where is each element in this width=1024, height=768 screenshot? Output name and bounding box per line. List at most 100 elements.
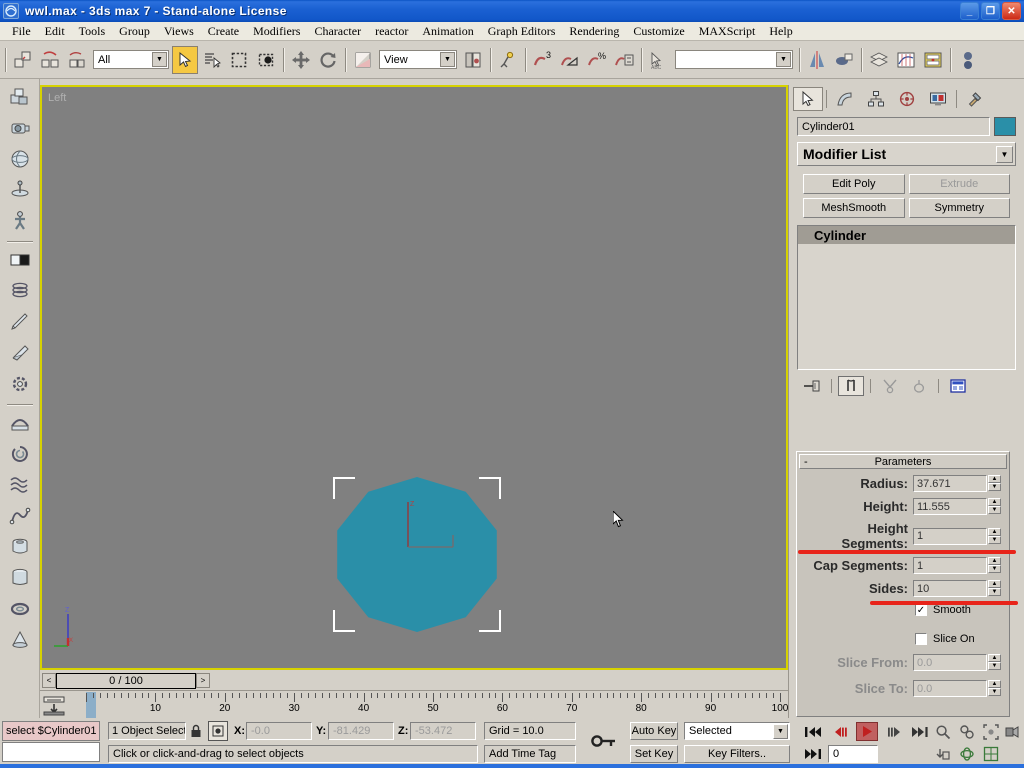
menu-item-customize[interactable]: Customize — [626, 22, 691, 41]
param-cap-segments-field[interactable]: 1 — [913, 557, 987, 574]
swirl-button[interactable] — [5, 440, 35, 470]
select-by-name-button[interactable] — [199, 46, 225, 74]
helper-button[interactable] — [5, 176, 35, 206]
viewport-label[interactable]: Left — [48, 92, 66, 104]
menu-item-file[interactable]: File — [5, 22, 38, 41]
previous-frame-arrow[interactable]: < — [42, 673, 56, 688]
wedge-button[interactable] — [5, 339, 35, 369]
snaps-toggle-button[interactable]: 3 — [530, 46, 556, 74]
param-height-spinner[interactable]: 11.555 ▲ ▼ — [913, 498, 1001, 515]
bind-to-space-warp-button[interactable] — [64, 46, 90, 74]
menu-item-create[interactable]: Create — [201, 22, 246, 41]
param-slice-to-decrement[interactable]: ▼ — [988, 688, 1001, 696]
object-name-field[interactable]: Cylinder01 — [797, 117, 990, 136]
param-height-segments-decrement[interactable]: ▼ — [988, 535, 1001, 544]
field-of-view-icon[interactable] — [1002, 722, 1022, 741]
geometry-boxes-button[interactable] — [5, 83, 35, 113]
pin-stack-icon[interactable] — [799, 376, 825, 396]
goto-start-button[interactable] — [802, 723, 824, 740]
layer-manager-button[interactable] — [866, 46, 892, 74]
param-radius-increment[interactable]: ▲ — [988, 475, 1001, 483]
display-tab[interactable] — [923, 87, 953, 111]
param-slice-from-spin-buttons[interactable]: ▲ ▼ — [988, 654, 1001, 671]
timeline-ruler[interactable]: 10 20 30 40 50 60 70 80 90 100 — [86, 691, 788, 718]
utilities-tab[interactable] — [960, 87, 990, 111]
param-radius-spin-buttons[interactable]: ▲ ▼ — [988, 475, 1001, 492]
align-button[interactable] — [831, 46, 857, 74]
zoom-extents-icon[interactable] — [980, 722, 1002, 741]
material-button[interactable] — [5, 246, 35, 276]
param-sides-spinner[interactable]: 10 ▲ ▼ — [913, 580, 1001, 597]
spiral-button[interactable] — [5, 277, 35, 307]
param-slice-from-field[interactable]: 0.0 — [913, 654, 987, 671]
param-height-segments-spinner[interactable]: 1 ▲ ▼ — [913, 527, 1001, 545]
select-and-rotate-button[interactable] — [315, 46, 341, 74]
make-unique-icon[interactable] — [877, 376, 903, 396]
select-and-scale-button[interactable] — [350, 46, 376, 74]
set-key-button[interactable]: Set Key — [630, 745, 678, 763]
chevron-down-icon[interactable]: ▼ — [773, 724, 788, 739]
biped-button[interactable] — [5, 207, 35, 237]
stack-empty-area[interactable] — [798, 244, 1015, 369]
show-end-result-icon[interactable] — [838, 376, 864, 396]
param-cap-segments-increment[interactable]: ▲ — [988, 557, 1001, 565]
menu-item-graph-editors[interactable]: Graph Editors — [481, 22, 563, 41]
chevron-down-icon[interactable]: ▼ — [776, 52, 791, 67]
schematic-view-button[interactable] — [920, 46, 946, 74]
param-sides-increment[interactable]: ▲ — [988, 580, 1001, 588]
create-tab[interactable] — [793, 87, 823, 111]
param-height-increment[interactable]: ▲ — [988, 498, 1001, 506]
param-slice-to-increment[interactable]: ▲ — [988, 680, 1001, 688]
param-height-spin-buttons[interactable]: ▲ ▼ — [988, 498, 1001, 515]
param-height-field[interactable]: 11.555 — [913, 498, 987, 515]
maxscript-listener-input[interactable] — [2, 742, 100, 762]
named-selection-sets-button[interactable]: ABC — [646, 46, 672, 74]
param-height-segments-increment[interactable]: ▲ — [988, 527, 1001, 536]
angle-snap-toggle-button[interactable] — [557, 46, 583, 74]
pan-icon[interactable] — [932, 744, 954, 763]
pencil-button[interactable] — [5, 308, 35, 338]
key-mode-combo[interactable]: Selected ▼ — [684, 722, 790, 740]
curve-editor-button[interactable] — [893, 46, 919, 74]
arc-rotate-icon[interactable] — [956, 744, 978, 763]
menu-item-edit[interactable]: Edit — [38, 22, 72, 41]
wave-button[interactable] — [5, 471, 35, 501]
modifier-stack[interactable]: Cylinder — [797, 225, 1016, 370]
param-slice-from-increment[interactable]: ▲ — [988, 654, 1001, 662]
object-color-swatch[interactable] — [994, 117, 1016, 136]
time-slider[interactable]: 0 / 100 — [56, 672, 196, 689]
param-slice-from-spinner[interactable]: 0.0 ▲ ▼ — [913, 654, 1001, 671]
hierarchy-tab[interactable] — [861, 87, 891, 111]
rectangular-selection-region-button[interactable] — [226, 46, 252, 74]
menu-item-reactor[interactable]: reactor — [368, 22, 415, 41]
collapse-icon[interactable]: - — [804, 456, 808, 468]
param-slice-to-spinner[interactable]: 0.0 ▲ ▼ — [913, 680, 1001, 697]
spinner-snap-toggle-button[interactable] — [611, 46, 637, 74]
remove-modifier-icon[interactable] — [906, 376, 932, 396]
select-and-link-button[interactable] — [10, 46, 36, 74]
key-toggle-icon[interactable] — [590, 730, 618, 752]
param-height-segments-spin-buttons[interactable]: ▲ ▼ — [988, 527, 1001, 545]
ribbon-button[interactable] — [5, 409, 35, 439]
menu-item-views[interactable]: Views — [157, 22, 201, 41]
chevron-down-icon[interactable]: ▼ — [440, 52, 455, 67]
viewport-container[interactable]: Left Z Z X — [40, 85, 788, 670]
minimize-button[interactable]: _ — [960, 2, 979, 20]
select-and-move-button[interactable] — [288, 46, 314, 74]
gear-button[interactable] — [5, 370, 35, 400]
manipulate-button[interactable] — [495, 46, 521, 74]
use-pivot-point-center-button[interactable] — [460, 46, 486, 74]
set-key-filters-icon[interactable] — [42, 694, 66, 716]
param-slice-to-spin-buttons[interactable]: ▲ ▼ — [988, 680, 1001, 697]
key-filters-button[interactable]: Key Filters.. — [684, 745, 790, 763]
param-height-segments-field[interactable]: 1 — [913, 527, 987, 545]
smooth-checkbox[interactable]: ✓ — [915, 604, 927, 616]
menu-item-group[interactable]: Group — [112, 22, 157, 41]
configure-modifier-sets-icon[interactable] — [945, 376, 971, 396]
param-slice-to-field[interactable]: 0.0 — [913, 680, 987, 697]
param-radius-field[interactable]: 37.671 — [913, 475, 987, 492]
motion-tab[interactable] — [892, 87, 922, 111]
maximize-viewport-icon[interactable] — [980, 744, 1002, 763]
cylinder-button[interactable] — [5, 564, 35, 594]
absolute-relative-transform-icon[interactable] — [208, 721, 228, 741]
